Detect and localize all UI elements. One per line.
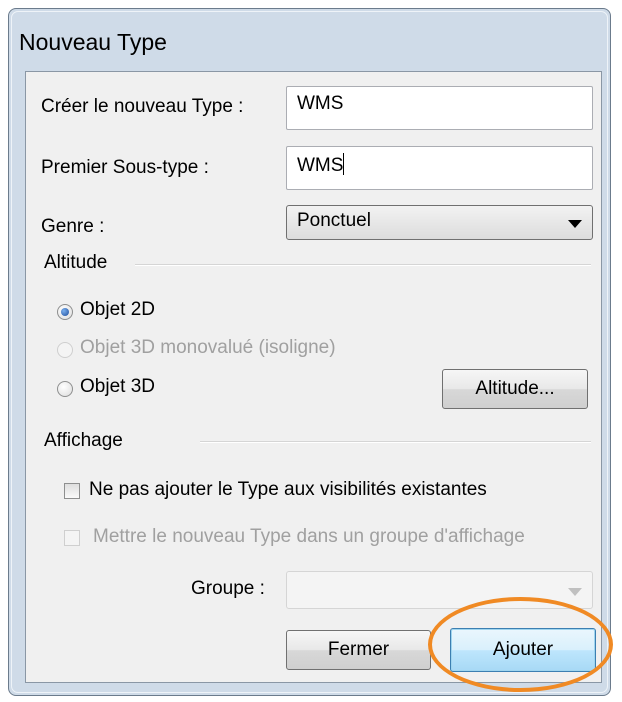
altitude-group-divider — [135, 264, 591, 266]
first-subtype-label: Premier Sous-type : — [41, 157, 209, 178]
genre-selected-value: Ponctuel — [297, 210, 371, 231]
close-button[interactable]: Fermer — [286, 630, 431, 670]
new-type-label: Créer le nouveau Type : — [41, 96, 244, 117]
altitude-group-label: Altitude — [44, 252, 108, 273]
dropdown-arrow-icon — [568, 220, 582, 228]
radio-objet-3d-label: Objet 3D — [80, 376, 155, 397]
radio-objet-3d-monovalue-label: Objet 3D monovalué (isoligne) — [80, 337, 336, 358]
radio-objet-3d[interactable] — [57, 381, 73, 397]
groupe-label: Groupe : — [191, 578, 265, 599]
radio-objet-2d[interactable] — [57, 304, 73, 320]
put-in-group-checkbox[interactable] — [64, 530, 80, 546]
put-in-group-label: Mettre le nouveau Type dans un groupe d'… — [93, 526, 525, 547]
no-add-visibility-label: Ne pas ajouter le Type aux visibilités e… — [89, 479, 487, 500]
altitude-button[interactable]: Altitude... — [442, 369, 588, 409]
no-add-visibility-checkbox[interactable] — [64, 483, 80, 499]
dialog-title: Nouveau Type — [19, 29, 167, 55]
groupe-select[interactable] — [286, 571, 593, 609]
radio-objet-2d-label: Objet 2D — [80, 299, 155, 320]
affichage-group-divider — [200, 441, 591, 443]
affichage-group-label: Affichage — [44, 430, 123, 451]
new-type-input[interactable]: WMS — [286, 86, 593, 130]
text-caret — [343, 153, 345, 175]
genre-label: Genre : — [41, 216, 105, 237]
add-button[interactable]: Ajouter — [450, 628, 596, 672]
radio-objet-3d-monovalue[interactable] — [57, 342, 73, 358]
new-type-value: WMS — [297, 93, 344, 114]
genre-select[interactable]: Ponctuel — [286, 205, 593, 240]
first-subtype-value: WMS — [297, 155, 344, 176]
first-subtype-input[interactable]: WMS — [286, 146, 593, 190]
dropdown-arrow-icon — [568, 588, 582, 596]
